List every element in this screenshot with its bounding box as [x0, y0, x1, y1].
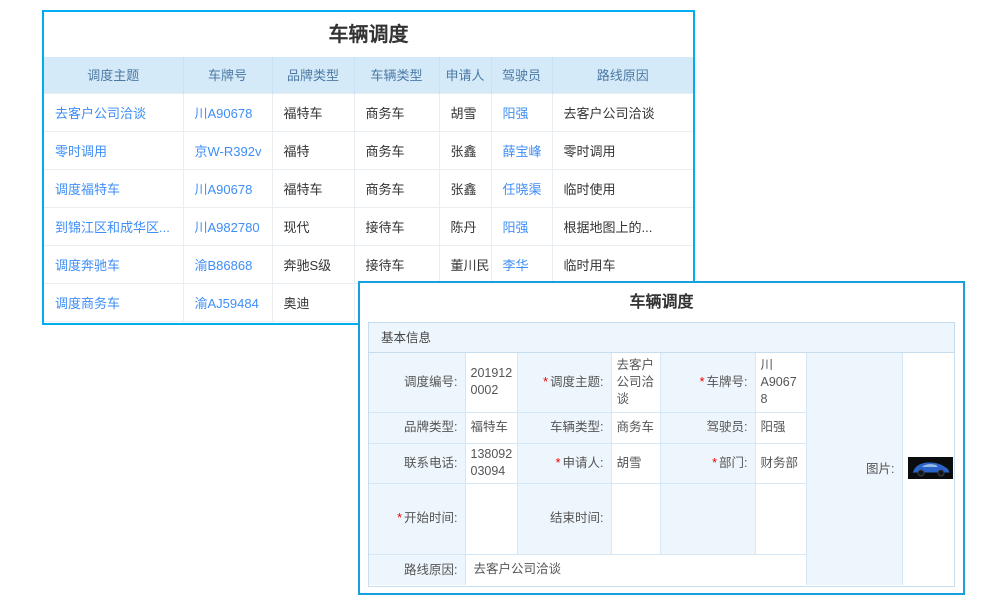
column-header-subject: 调度主题 — [44, 57, 183, 93]
applicant-label: *申请人: — [517, 443, 611, 483]
brand-value: 福特车 — [465, 412, 517, 443]
cell-brand: 奔驰S级 — [272, 245, 354, 283]
table-row: 去客户公司洽谈 川A90678 福特车 商务车 胡雪 阳强 去客户公司洽谈 — [44, 93, 693, 131]
column-header-plate: 车牌号 — [183, 57, 272, 93]
detail-panel-title: 车辆调度 — [360, 283, 963, 321]
vehicle-photo-thumbnail[interactable] — [908, 457, 953, 479]
end-time-value[interactable] — [611, 483, 660, 554]
plate-value: 川A90678 — [755, 353, 806, 412]
dept-value: 财务部 — [755, 443, 806, 483]
plate-label: *车牌号: — [660, 353, 755, 412]
cell-driver-link[interactable]: 李华 — [491, 245, 552, 283]
column-header-type: 车辆类型 — [354, 57, 439, 93]
cell-reason: 零时调用 — [552, 131, 693, 169]
vehicle-photo-cell — [902, 353, 954, 585]
cell-plate-link[interactable]: 渝B86868 — [183, 245, 272, 283]
cell-brand: 福特车 — [272, 169, 354, 207]
cell-type: 商务车 — [354, 169, 439, 207]
cell-type: 接待车 — [354, 207, 439, 245]
table-row: 到锦江区和成华区... 川A982780 现代 接待车 陈丹 阳强 根据地图上的… — [44, 207, 693, 245]
basic-info-form: 调度编号: 2019120002 *调度主题: 去客户公司洽谈 *车牌号: 川A… — [369, 353, 954, 585]
end-time-label: 结束时间: — [517, 483, 611, 554]
column-header-driver: 驾驶员 — [491, 57, 552, 93]
column-header-brand: 品牌类型 — [272, 57, 354, 93]
cell-subject-link[interactable]: 调度奔驰车 — [44, 245, 183, 283]
required-marker: * — [712, 456, 717, 470]
cell-reason: 临时使用 — [552, 169, 693, 207]
cell-driver-link[interactable]: 阳强 — [491, 93, 552, 131]
required-marker: * — [556, 456, 561, 470]
cell-subject-link[interactable]: 零时调用 — [44, 131, 183, 169]
brand-label: 品牌类型: — [369, 412, 465, 443]
driver-value: 阳强 — [755, 412, 806, 443]
cell-subject-link[interactable]: 去客户公司洽谈 — [44, 93, 183, 131]
required-marker: * — [397, 511, 402, 525]
cell-applicant: 张鑫 — [439, 169, 491, 207]
vtype-label: 车辆类型: — [517, 412, 611, 443]
cell-type: 接待车 — [354, 245, 439, 283]
applicant-value: 胡雪 — [611, 443, 660, 483]
column-header-reason: 路线原因 — [552, 57, 693, 93]
subject-value: 去客户公司洽谈 — [611, 353, 660, 412]
cell-plate-link[interactable]: 川A90678 — [183, 169, 272, 207]
empty-value-cell — [755, 483, 806, 554]
required-marker: * — [700, 375, 705, 389]
basic-info-section-header: 基本信息 — [369, 323, 954, 353]
cell-reason: 去客户公司洽谈 — [552, 93, 693, 131]
cell-applicant: 张鑫 — [439, 131, 491, 169]
image-label: 图片: — [806, 353, 902, 585]
vehicle-dispatch-list-panel: 车辆调度 调度主题 车牌号 品牌类型 车辆类型 申请人 驾驶员 路线原因 去客户… — [42, 10, 695, 325]
basic-info-section: 基本信息 调度编号: 2019120002 *调度主题: 去客户公司洽谈 *车牌… — [368, 322, 955, 587]
cell-brand: 奥迪 — [272, 283, 354, 321]
cell-type: 商务车 — [354, 131, 439, 169]
cell-plate-link[interactable]: 渝AJ59484 — [183, 283, 272, 321]
dept-label: *部门: — [660, 443, 755, 483]
phone-label: 联系电话: — [369, 443, 465, 483]
required-marker: * — [543, 375, 548, 389]
table-row: 调度福特车 川A90678 福特车 商务车 张鑫 任晓渠 临时使用 — [44, 169, 693, 207]
cell-applicant: 陈丹 — [439, 207, 491, 245]
route-reason-label: 路线原因: — [369, 554, 465, 585]
cell-driver-link[interactable]: 任晓渠 — [491, 169, 552, 207]
vtype-value: 商务车 — [611, 412, 660, 443]
cell-plate-link[interactable]: 川A90678 — [183, 93, 272, 131]
table-row: 调度奔驰车 渝B86868 奔驰S级 接待车 董川民 李华 临时用车 — [44, 245, 693, 283]
route-reason-value: 去客户公司洽谈 — [465, 554, 806, 585]
phone-value: 13809203094 — [465, 443, 517, 483]
driver-label: 驾驶员: — [660, 412, 755, 443]
cell-subject-link[interactable]: 调度商务车 — [44, 283, 183, 321]
vehicle-dispatch-detail-panel: 车辆调度 基本信息 调度编号: 2019120002 *调度主题: 去客户公司洽… — [358, 281, 965, 595]
column-header-applicant: 申请人 — [439, 57, 491, 93]
cell-driver-link[interactable]: 阳强 — [491, 207, 552, 245]
dispatch-no-label: 调度编号: — [369, 353, 465, 412]
cell-applicant: 董川民 — [439, 245, 491, 283]
table-row: 零时调用 京W-R392v 福特 商务车 张鑫 薛宝峰 零时调用 — [44, 131, 693, 169]
list-panel-title: 车辆调度 — [44, 12, 693, 57]
cell-brand: 现代 — [272, 207, 354, 245]
start-time-label: *开始时间: — [369, 483, 465, 554]
cell-plate-link[interactable]: 川A982780 — [183, 207, 272, 245]
cell-brand: 福特 — [272, 131, 354, 169]
cell-plate-link[interactable]: 京W-R392v — [183, 131, 272, 169]
cell-driver-link[interactable]: 薛宝峰 — [491, 131, 552, 169]
subject-label: *调度主题: — [517, 353, 611, 412]
dispatch-no-value: 2019120002 — [465, 353, 517, 412]
cell-applicant: 胡雪 — [439, 93, 491, 131]
table-header-row: 调度主题 车牌号 品牌类型 车辆类型 申请人 驾驶员 路线原因 — [44, 57, 693, 93]
start-time-value[interactable] — [465, 483, 517, 554]
cell-reason: 根据地图上的... — [552, 207, 693, 245]
cell-brand: 福特车 — [272, 93, 354, 131]
cell-subject-link[interactable]: 调度福特车 — [44, 169, 183, 207]
empty-label-cell — [660, 483, 755, 554]
cell-reason: 临时用车 — [552, 245, 693, 283]
cell-type: 商务车 — [354, 93, 439, 131]
cell-subject-link[interactable]: 到锦江区和成华区... — [44, 207, 183, 245]
